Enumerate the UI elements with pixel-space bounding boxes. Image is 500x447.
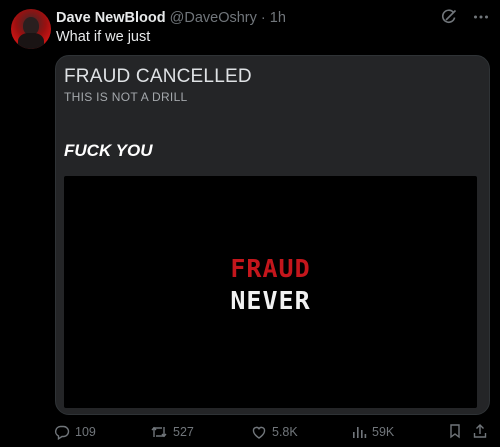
more-icon[interactable] [472,8,490,26]
views-icon [351,424,367,440]
header-actions [440,8,490,26]
repost-icon [150,424,168,440]
reply-icon [54,424,70,440]
like-count: 5.8K [272,425,298,439]
repost-count: 527 [173,425,194,439]
views-button[interactable]: 59K [351,424,394,440]
action-bar: 109 527 5.8K 59K [0,418,500,444]
reply-button[interactable]: 109 [54,424,96,440]
card-subtitle: THIS IS NOT A DRILL [64,90,188,104]
like-icon [251,424,267,440]
quoted-card[interactable]: FRAUD CANCELLED THIS IS NOT A DRILL FUCK… [55,55,490,415]
avatar[interactable] [11,9,51,49]
tweet-header: Dave NewBlood @DaveOshry · 1h [56,10,440,28]
author-handle[interactable]: @DaveOshry [170,10,257,26]
timestamp[interactable]: 1h [270,10,286,26]
card-bold-text: FUCK YOU [64,141,153,160]
video-player[interactable]: FRAUD NEVER [64,176,477,408]
repost-button[interactable]: 527 [150,424,194,440]
author-name[interactable]: Dave NewBlood [56,10,166,26]
video-text-never: NEVER [230,286,311,315]
separator: · [260,10,266,26]
views-count: 59K [372,425,395,439]
share-icon[interactable] [472,423,488,444]
card-title: FRAUD CANCELLED [64,66,252,87]
like-button[interactable]: 5.8K [251,424,298,440]
grok-icon[interactable] [440,8,458,26]
bookmark-icon[interactable] [447,423,463,444]
video-text-fraud: FRAUD [230,254,311,283]
reply-count: 109 [75,425,96,439]
tweet-text: What if we just [56,29,151,45]
